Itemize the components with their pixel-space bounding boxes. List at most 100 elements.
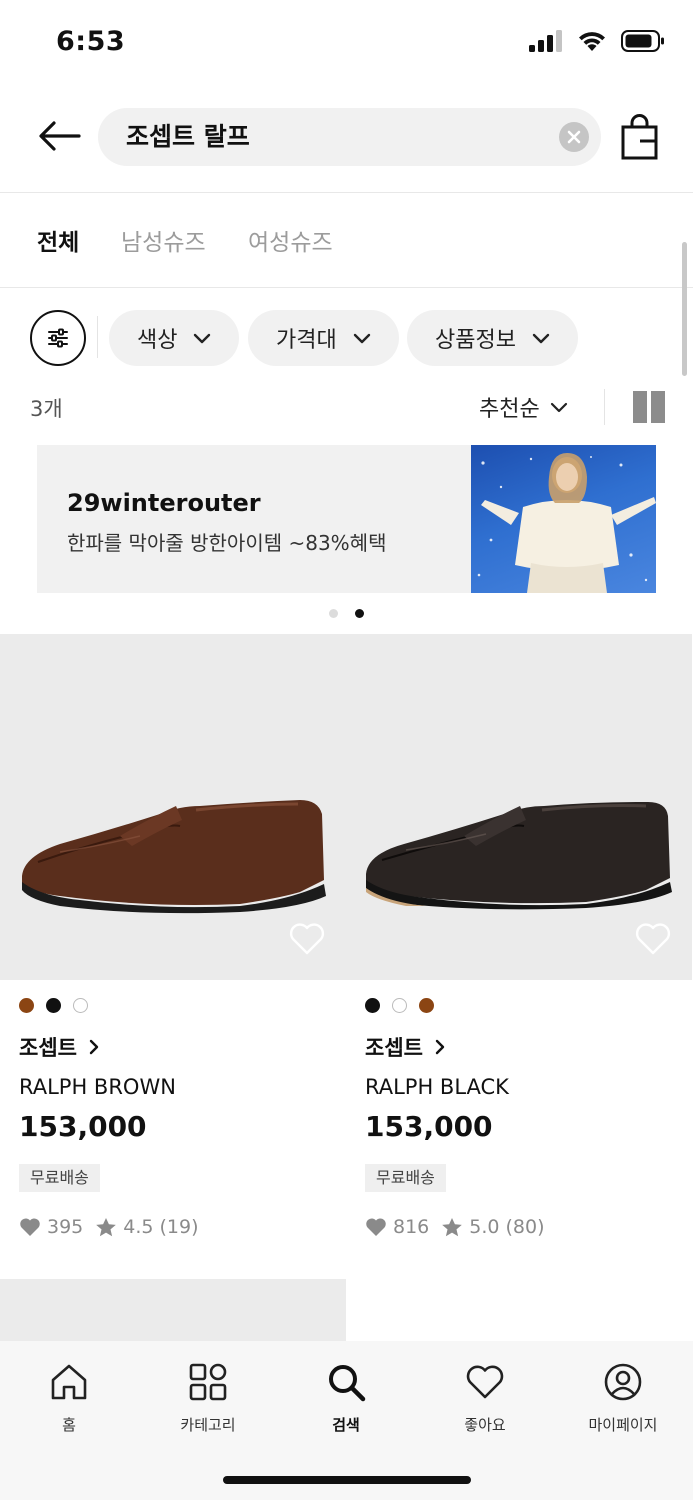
swatch-brown[interactable] xyxy=(419,998,434,1013)
product-price: 153,000 xyxy=(365,1110,493,1143)
wishlist-button[interactable] xyxy=(634,922,672,956)
battery-icon xyxy=(621,30,664,52)
product-price: 153,000 xyxy=(19,1110,147,1143)
product-card[interactable]: 조셉트 RALPH BROWN 153,000 무료배송 395 4.5 (19… xyxy=(0,634,346,1254)
filter-row: 색상 가격대 상품정보 xyxy=(0,308,693,366)
tab-all[interactable]: 전체 xyxy=(37,223,79,257)
tabs-divider xyxy=(0,287,693,288)
chevron-down-icon xyxy=(353,333,370,343)
category-tabs: 전체 남성슈즈 여성슈즈 xyxy=(0,193,693,287)
home-icon xyxy=(51,1364,87,1400)
likes-count: 395 xyxy=(47,1216,84,1238)
nav-category[interactable]: 카테고리 xyxy=(148,1359,268,1435)
color-swatches xyxy=(365,998,434,1013)
banner-subtitle: 한파를 막아줄 방한아이템 ~83%혜택 xyxy=(67,531,387,555)
wishlist-button[interactable] xyxy=(288,922,326,956)
back-button[interactable] xyxy=(34,116,84,156)
filter-price-label: 가격대 xyxy=(276,328,337,353)
heart-filled-icon xyxy=(20,1218,40,1236)
search-input[interactable]: 조셉트 랄프 xyxy=(98,108,601,166)
sort-label: 추천순 xyxy=(479,397,540,422)
color-swatches xyxy=(19,998,88,1013)
results-count: 3개 xyxy=(30,397,63,421)
profile-icon xyxy=(604,1363,642,1401)
product-name: RALPH BLACK xyxy=(365,1075,509,1099)
filter-product-info-label: 상품정보 xyxy=(435,328,516,353)
status-icons xyxy=(529,30,665,52)
brand-link[interactable]: 조셉트 xyxy=(365,1032,445,1062)
chevron-right-icon xyxy=(435,1039,445,1055)
free-shipping-badge: 무료배송 xyxy=(365,1164,446,1192)
banner-dot-2[interactable] xyxy=(355,609,364,618)
sort-dropdown[interactable]: 추천순 xyxy=(479,391,568,423)
clear-search-button[interactable] xyxy=(559,122,589,152)
heart-icon xyxy=(466,1365,504,1399)
search-icon xyxy=(329,1365,366,1402)
arrow-left-icon xyxy=(39,121,81,151)
chevron-down-icon xyxy=(532,333,550,343)
filter-price-chip[interactable]: 가격대 xyxy=(248,310,399,366)
star-icon xyxy=(96,1217,117,1236)
swatch-white[interactable] xyxy=(73,998,88,1013)
banner-photo-illustration xyxy=(477,453,656,593)
chevron-down-icon xyxy=(194,333,211,343)
brand-name: 조셉트 xyxy=(365,1036,423,1060)
shopping-bag-button[interactable] xyxy=(618,114,662,160)
filter-color-chip[interactable]: 색상 xyxy=(109,310,240,366)
promo-banner[interactable]: 29winterouter 한파를 막아줄 방한아이템 ~83%혜택 xyxy=(37,445,656,593)
filter-divider xyxy=(97,316,98,358)
swatch-black[interactable] xyxy=(365,998,380,1013)
rating-text: 5.0 (80) xyxy=(469,1216,545,1238)
status-bar: 6:53 xyxy=(0,0,693,84)
heart-outline-icon xyxy=(635,923,671,955)
filter-settings-button[interactable] xyxy=(30,310,86,366)
heart-filled-icon xyxy=(366,1218,386,1236)
product-image-partial[interactable] xyxy=(0,1279,346,1349)
nav-mypage-label: 마이페이지 xyxy=(588,1416,658,1434)
grid-column-icon xyxy=(633,391,647,423)
swatch-black[interactable] xyxy=(46,998,61,1013)
filter-product-info-chip[interactable]: 상품정보 xyxy=(407,310,578,366)
grid-view-toggle[interactable] xyxy=(633,391,665,423)
rating-text: 4.5 (19) xyxy=(123,1216,199,1238)
tab-mens-shoes[interactable]: 남성슈즈 xyxy=(121,223,206,257)
heart-outline-icon xyxy=(289,923,325,955)
swatch-white[interactable] xyxy=(392,998,407,1013)
nav-likes-label: 좋아요 xyxy=(464,1416,506,1434)
chevron-right-icon xyxy=(89,1039,99,1055)
grid-column-icon xyxy=(651,391,665,423)
nav-home[interactable]: 홈 xyxy=(9,1359,129,1435)
product-name: RALPH BROWN xyxy=(19,1075,176,1099)
status-time: 6:53 xyxy=(56,26,126,57)
banner-dot-1[interactable] xyxy=(329,609,338,618)
star-icon xyxy=(442,1217,463,1236)
wifi-icon xyxy=(579,32,605,51)
banner-pagination xyxy=(0,607,693,619)
close-icon xyxy=(567,130,581,144)
swatch-brown[interactable] xyxy=(19,998,34,1013)
nav-mypage[interactable]: 마이페이지 xyxy=(563,1359,683,1435)
tab-womens-shoes[interactable]: 여성슈즈 xyxy=(248,223,333,257)
nav-search-label: 검색 xyxy=(332,1416,360,1434)
likes-count: 816 xyxy=(393,1216,430,1238)
search-query[interactable]: 조셉트 랄프 xyxy=(126,108,250,166)
brand-link[interactable]: 조셉트 xyxy=(19,1032,99,1062)
nav-category-label: 카테고리 xyxy=(180,1416,236,1434)
nav-likes[interactable]: 좋아요 xyxy=(425,1359,545,1435)
brand-name: 조셉트 xyxy=(19,1036,77,1060)
nav-home-label: 홈 xyxy=(62,1416,76,1434)
cellular-signal-icon xyxy=(529,30,562,52)
filter-color-label: 색상 xyxy=(137,328,178,353)
nav-search[interactable]: 검색 xyxy=(286,1359,406,1435)
product-stats: 395 4.5 (19) xyxy=(19,1216,199,1238)
shopping-bag-icon xyxy=(621,114,658,160)
results-toolbar: 3개 추천순 xyxy=(0,385,693,429)
home-indicator xyxy=(223,1476,471,1484)
category-grid-icon xyxy=(189,1363,227,1401)
banner-image xyxy=(471,445,656,593)
sliders-icon xyxy=(48,328,68,348)
product-stats: 816 5.0 (80) xyxy=(365,1216,545,1238)
toolbar-divider xyxy=(604,389,605,425)
chevron-down-icon xyxy=(550,402,567,412)
product-card[interactable]: 조셉트 RALPH BLACK 153,000 무료배송 816 5.0 (80… xyxy=(346,634,692,1254)
